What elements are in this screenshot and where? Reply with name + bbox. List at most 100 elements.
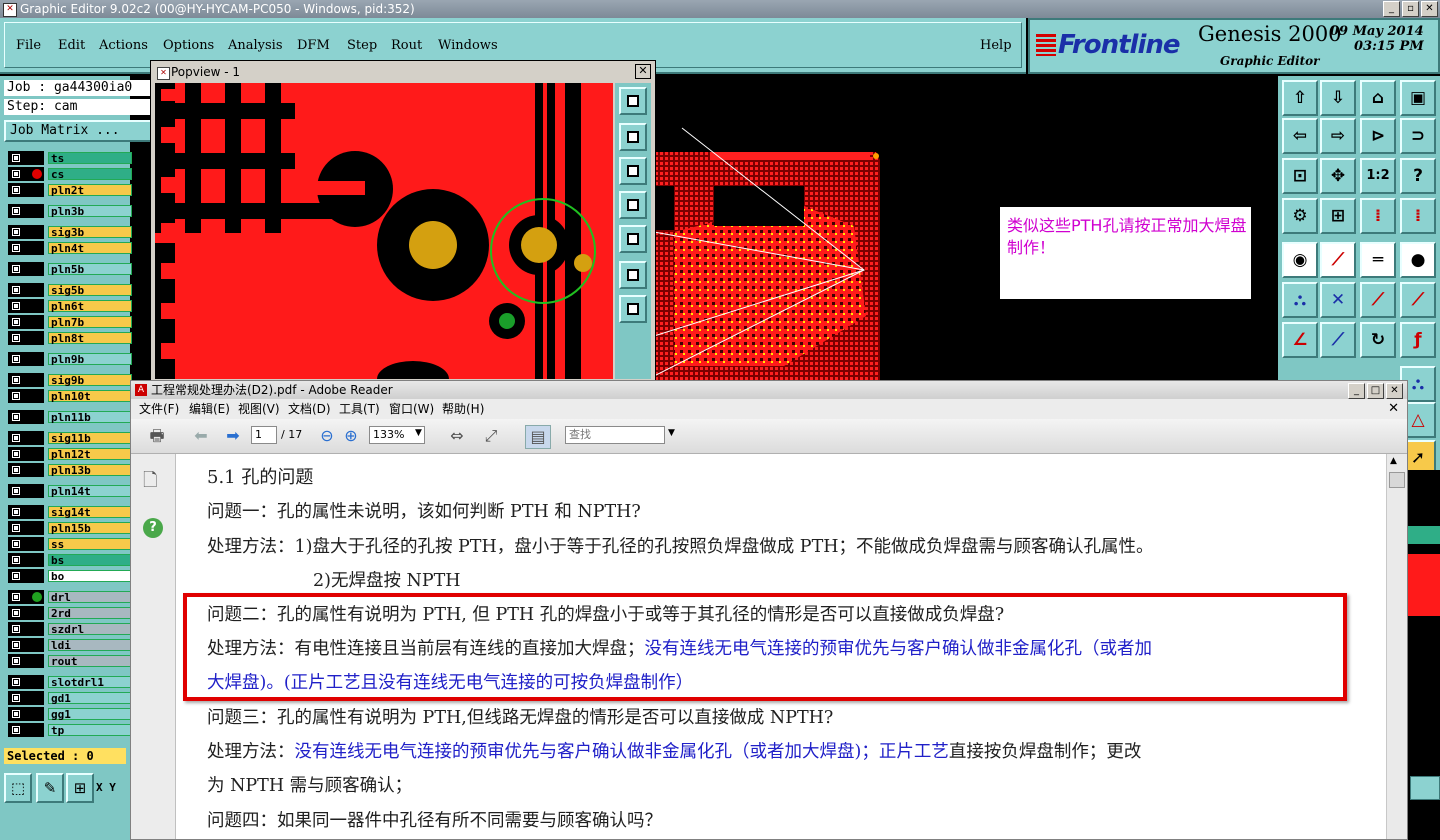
layer-row[interactable]: pln15b — [8, 521, 132, 535]
layer-name[interactable]: pln6t — [48, 300, 132, 313]
prev-page-icon[interactable]: ⬅ — [189, 425, 213, 447]
find-dropdown-icon[interactable]: ▼ — [668, 428, 675, 438]
pages-panel-icon[interactable]: 🗋 — [143, 468, 157, 498]
menu-analysis[interactable]: Analysis — [228, 38, 283, 53]
zoom-out-icon[interactable]: ⊖ — [315, 425, 339, 447]
job-matrix-button[interactable]: Job Matrix ... — [4, 120, 154, 142]
fit-width-icon[interactable]: ⇔ — [445, 425, 469, 447]
popview-tool-icon[interactable] — [619, 225, 647, 253]
grid-tool-icon[interactable]: ⊞ — [66, 773, 94, 803]
layer-checkbox[interactable] — [11, 507, 21, 517]
zoom-in-icon[interactable]: ⊕ — [339, 425, 363, 447]
layer-name[interactable]: szdrl — [48, 623, 132, 636]
layer-name[interactable]: sig14t — [48, 506, 132, 519]
layer-checkbox[interactable] — [11, 555, 21, 565]
line-end-icon[interactable]: ⟋ — [1400, 282, 1436, 318]
layer-row[interactable]: pln3b — [8, 204, 132, 218]
zoom-dropdown-icon[interactable]: ▼ — [415, 428, 422, 438]
layer-name[interactable]: ss — [48, 538, 132, 551]
layer-checkbox[interactable] — [11, 539, 21, 549]
layer-row[interactable]: 2rd — [8, 606, 132, 620]
reader-menu-help[interactable]: 帮助(H) — [442, 399, 484, 419]
layer-row[interactable]: pln4t — [8, 241, 132, 255]
layer-checkbox[interactable] — [11, 243, 21, 253]
move-down-icon[interactable]: ⇩ — [1320, 80, 1356, 116]
cross-icon[interactable]: ✕ — [1320, 282, 1356, 318]
layer-checkbox[interactable] — [11, 656, 21, 666]
layer-row[interactable]: slotdrl1 — [8, 675, 132, 689]
layer-checkbox[interactable] — [11, 693, 21, 703]
layer-checkbox[interactable] — [11, 465, 21, 475]
reader-menu-edit[interactable]: 编辑(E) — [189, 399, 230, 419]
layer-row[interactable]: pln2t — [8, 183, 132, 197]
layer-row[interactable]: pln5b — [8, 262, 132, 276]
angle-icon[interactable]: ∠ — [1282, 322, 1318, 358]
reader-menu-window[interactable]: 窗口(W) — [389, 399, 434, 419]
layer-checkbox[interactable] — [11, 206, 21, 216]
layer-name[interactable]: pln11b — [48, 411, 132, 424]
line-icon[interactable]: ⟋ — [1360, 282, 1396, 318]
layer-row[interactable]: gg1 — [8, 707, 132, 721]
layer-checkbox[interactable] — [11, 333, 21, 343]
layer-checkbox[interactable] — [11, 185, 21, 195]
move-right-icon[interactable]: ⇨ — [1320, 118, 1356, 154]
popview-tool-icon[interactable] — [619, 191, 647, 219]
layer-checkbox[interactable] — [11, 153, 21, 163]
next-page-icon[interactable]: ➡ — [221, 425, 245, 447]
wrench-icon[interactable]: ⚙ — [1282, 198, 1318, 234]
layer-row[interactable]: pln7b — [8, 315, 132, 329]
layer-name[interactable]: pln10t — [48, 390, 132, 403]
layer-checkbox[interactable] — [11, 486, 21, 496]
layer-row[interactable]: pln8t — [8, 331, 132, 345]
scroll-up-icon[interactable]: ▲ — [1390, 456, 1397, 466]
layer-row[interactable]: bo — [8, 569, 132, 583]
layer-name[interactable]: slotdrl1 — [48, 676, 132, 689]
menu-rout[interactable]: Rout — [391, 38, 422, 53]
reader-maximize-button[interactable]: □ — [1367, 383, 1384, 399]
route-icon[interactable]: ⟋ — [1320, 242, 1356, 278]
reader-scrollbar[interactable]: ▲ — [1386, 454, 1407, 839]
scale-icon[interactable]: 1:2 — [1360, 158, 1396, 194]
scroll-thumb[interactable] — [1389, 472, 1405, 488]
draw-line-icon[interactable]: ⟋ — [1320, 322, 1356, 358]
layer-row[interactable]: pln12t — [8, 447, 132, 461]
window-icon[interactable]: ▣ — [1400, 80, 1436, 116]
menu-help[interactable]: Help — [980, 38, 1012, 53]
layer-row[interactable]: drl — [8, 590, 132, 604]
move-left-icon[interactable]: ⇦ — [1282, 118, 1318, 154]
fit-page-icon[interactable]: ⤢ — [479, 425, 503, 447]
layer-row[interactable]: pln9b — [8, 352, 132, 366]
layer-name[interactable]: pln14t — [48, 485, 132, 498]
layer-name[interactable]: pln8t — [48, 332, 132, 345]
menu-actions[interactable]: Actions — [99, 38, 148, 53]
popview-close-button[interactable]: ✕ — [635, 64, 651, 79]
layer-row[interactable]: sig3b — [8, 225, 132, 239]
popview-tool-icon[interactable] — [619, 157, 647, 185]
zoom-fit-icon[interactable]: ⊡ — [1282, 158, 1318, 194]
layer-row[interactable]: tp — [8, 723, 132, 737]
layer-checkbox[interactable] — [11, 709, 21, 719]
layer-row[interactable]: ts — [8, 151, 132, 165]
layer-name[interactable]: drl — [48, 591, 132, 604]
layer-checkbox[interactable] — [11, 640, 21, 650]
reader-menu-view[interactable]: 视图(V) — [238, 399, 280, 419]
layer-checkbox[interactable] — [11, 301, 21, 311]
layer-name[interactable]: pln2t — [48, 184, 132, 197]
layer-name[interactable]: pln15b — [48, 522, 132, 535]
layer-row[interactable]: pln10t — [8, 389, 132, 403]
layer-checkbox[interactable] — [11, 449, 21, 459]
layer-checkbox[interactable] — [11, 608, 21, 618]
pad-icon[interactable]: ● — [1400, 242, 1436, 278]
layer-name[interactable]: tp — [48, 724, 132, 737]
layer-row[interactable]: pln14t — [8, 484, 132, 498]
layer-name[interactable]: sig11b — [48, 432, 132, 445]
popview-tool-icon[interactable] — [619, 87, 647, 115]
menu-dfm[interactable]: DFM — [297, 38, 330, 53]
layer-checkbox[interactable] — [11, 375, 21, 385]
layer-row[interactable]: gd1 — [8, 691, 132, 705]
layer-name[interactable]: pln12t — [48, 448, 132, 461]
reader-close-button[interactable]: ✕ — [1386, 383, 1403, 399]
find-input[interactable]: 查找 — [565, 426, 665, 444]
popview-tool-icon[interactable] — [619, 123, 647, 151]
popview-tool-icon[interactable] — [619, 261, 647, 289]
